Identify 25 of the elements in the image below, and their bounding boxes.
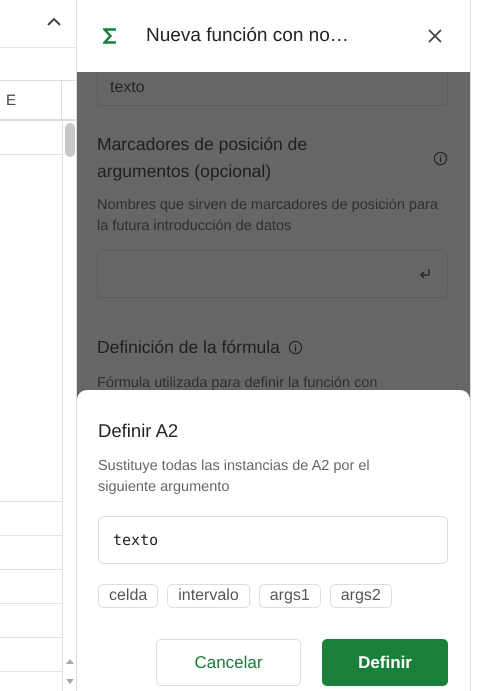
enter-icon: [419, 268, 431, 280]
dialog-title: Definir A2: [98, 420, 180, 442]
define-button[interactable]: Definir: [322, 639, 448, 686]
placeholder-input-field[interactable]: [97, 250, 448, 298]
sigma-icon: [103, 28, 117, 44]
scroll-up-icon[interactable]: [66, 659, 74, 664]
info-icon[interactable]: [433, 150, 448, 166]
argument-input-field[interactable]: texto: [98, 516, 448, 564]
section-heading: Marcadores de posición de argumentos (opcional): [97, 133, 308, 183]
section-heading: Definición de la fórmula: [97, 336, 280, 359]
argument-chip[interactable]: args2: [330, 584, 392, 608]
argument-chip[interactable]: intervalo: [167, 584, 250, 608]
chevron-up-icon[interactable]: [47, 17, 61, 26]
scrollbar-thumb[interactable]: [64, 123, 74, 157]
close-icon[interactable]: [428, 29, 442, 43]
helper-text: Fórmula utilizada para definir la función con: [97, 374, 378, 393]
dialog-description: Sustituye todas las instancias de A2 por el siguiente argumento: [98, 457, 371, 497]
argument-chip[interactable]: celda: [98, 584, 158, 608]
helper-text: Nombres que sirven de marcadores de posición para la futura introducción de datos: [97, 196, 439, 236]
info-icon[interactable]: [288, 340, 303, 355]
argument-chip[interactable]: args1: [258, 584, 321, 608]
scroll-down-icon[interactable]: [66, 679, 74, 684]
column-header[interactable]: E: [6, 92, 16, 108]
cancel-button[interactable]: Cancelar: [156, 639, 301, 686]
panel-title: Nueva función con no…: [146, 25, 350, 47]
